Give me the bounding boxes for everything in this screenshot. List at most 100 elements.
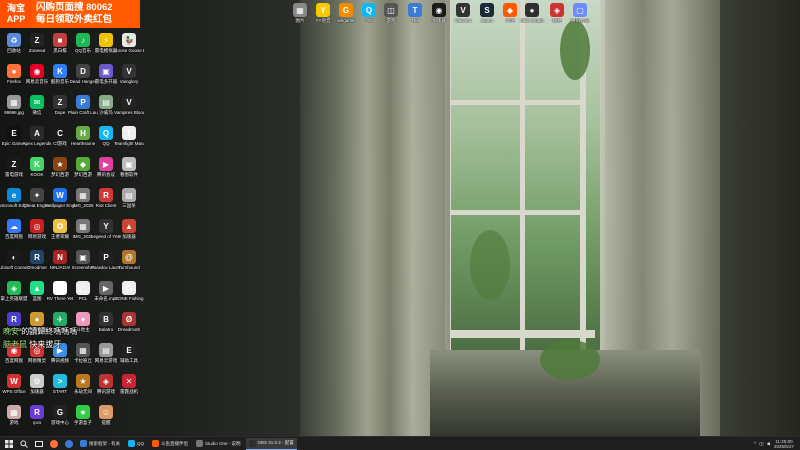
wallpaper-wall-right — [720, 0, 800, 436]
taskbar-app-list: 搜索框架 - 有关 QQ 斗鱼直播伴侣 Studio One - 说明 OBS 31.0… — [75, 437, 297, 450]
wallpaper-vine — [560, 20, 590, 80]
taskbar-app-label: OBS 31.0.2 - 配置 — [257, 440, 294, 445]
desktop-icon[interactable]: ▤ 三国杀 — [117, 188, 141, 208]
desktop-icon[interactable]: Ø Dreadmoth — [117, 312, 141, 332]
desktop-icon[interactable]: ☺ 提醒 — [94, 405, 118, 425]
taskbar-pinned-app[interactable] — [63, 438, 75, 450]
desktop-icon-label: Teamfight Manager — [114, 141, 144, 146]
app-icon: > — [53, 374, 67, 388]
app-icon: ◈ — [550, 3, 564, 17]
desktop-icon-label: 看图软件 — [120, 172, 138, 177]
taskbar-clock[interactable]: 11:25:00 2025/5/27 — [774, 439, 794, 449]
app-icon: ◆ — [503, 3, 517, 17]
taskbar-app-button[interactable]: Studio One - 说明 — [193, 438, 244, 450]
start-button[interactable] — [3, 438, 15, 450]
app-icon: ▣ — [99, 64, 113, 78]
desktop-icon[interactable]: ● OBS Studio — [520, 3, 544, 23]
app-icon: G — [339, 3, 353, 17]
app-icon: R — [53, 281, 67, 295]
app-icon: W — [7, 374, 21, 388]
taskbar-app-icon — [196, 440, 204, 447]
app-icon: ★ — [76, 374, 90, 388]
desktop-icon-label: GONE Fishing — [114, 296, 144, 301]
app-icon: 🦆 — [122, 33, 136, 47]
app-icon: ▤ — [99, 95, 113, 109]
taskbar-app-label: QQ — [137, 441, 145, 446]
app-icon: ▦ — [76, 219, 90, 233]
app-icon: P — [99, 250, 113, 264]
taskbar-pinned-firefox[interactable] — [48, 438, 60, 450]
app-icon: G — [53, 405, 67, 419]
app-icon: V — [122, 95, 136, 109]
app-icon: ◐ — [7, 250, 21, 264]
volume-icon[interactable]: ◀ — [767, 441, 770, 447]
app-icon: G — [122, 281, 136, 295]
network-icon[interactable]: ◫ — [759, 441, 763, 447]
desktop-icon[interactable]: ▢ 腾讯会议 — [568, 3, 592, 23]
windows-logo-icon — [5, 439, 13, 448]
app-icon: ☁ — [7, 219, 21, 233]
app-icon: R — [30, 405, 44, 419]
desktop-icon[interactable]: ▣ 看图软件 — [117, 157, 141, 177]
wallpaper-vine — [470, 230, 510, 300]
app-icon: T — [122, 126, 136, 140]
desktop-icon-label: 腾讯会议 — [571, 18, 589, 23]
taskbar-app-icon — [128, 440, 135, 447]
app-icon: ▦ — [76, 188, 90, 202]
app-icon: Q — [362, 3, 376, 17]
taskbar-search-button[interactable] — [18, 438, 30, 450]
app-icon: A — [30, 126, 44, 140]
desktop-icon[interactable]: 🦆Goose Goose Duck — [114, 33, 144, 53]
app-icon: ✕ — [122, 374, 136, 388]
app-icon: K — [30, 157, 44, 171]
taskbar-app-button[interactable]: OBS 31.0.2 - 配置 — [245, 437, 297, 450]
app-icon: ● — [7, 64, 21, 78]
app-icon: @ — [122, 250, 136, 264]
app-icon: ▣ — [76, 250, 90, 264]
desktop-icon[interactable]: @ Turnbound — [117, 250, 141, 270]
app-icon: D — [76, 64, 90, 78]
app-icon: ● — [30, 312, 44, 326]
taskbar-app-label: Studio One - 说明 — [205, 440, 241, 446]
taskbar-app-button[interactable]: QQ — [125, 438, 147, 450]
app-icon: ✪ — [53, 219, 67, 233]
clock-date: 2025/5/27 — [773, 443, 794, 449]
app-icon: ◈ — [7, 281, 21, 295]
browser-icon — [65, 439, 73, 448]
app-icon: N — [53, 250, 67, 264]
task-view-button[interactable] — [33, 438, 45, 450]
taskbar-app-icon — [80, 440, 87, 447]
app-icon: ● — [525, 3, 539, 17]
desktop-icon-label: 加速器 — [122, 234, 136, 239]
taobao-app-badge: 淘宝 APP — [0, 0, 32, 28]
app-icon: ◎ — [30, 219, 44, 233]
desktop-icon[interactable]: VVampires Bloodlines — [114, 95, 144, 115]
promo-text-line1: 闪购页面搜 80062 — [36, 2, 113, 13]
comment-text: 快来拔牙 — [29, 340, 62, 349]
app-icon: ⚙ — [30, 374, 44, 388]
taobao-promo-banner[interactable]: 淘宝 APP 闪购页面搜 80062 每日领取外卖红包 — [0, 0, 140, 28]
system-tray: ^ ◫ ◀ 11:25:00 2025/5/27 — [754, 439, 800, 449]
taskbar-app-button[interactable]: 搜索框架 - 有关 — [77, 438, 123, 450]
app-icon: ♪ — [76, 33, 90, 47]
window-frame — [445, 100, 585, 105]
app-icon: ♻ — [7, 33, 21, 47]
desktop-icon-label: Vainglory — [119, 79, 139, 84]
desktop-icon[interactable]: E 辅助工具 — [117, 343, 141, 363]
desktop-icon[interactable]: V Vainglory — [117, 64, 141, 84]
tray-expand-icon[interactable]: ^ — [754, 441, 756, 446]
app-icon: V — [456, 3, 470, 17]
app-icon: C — [53, 126, 67, 140]
overlay-comment: 脑老鼠 快来拔牙 — [3, 339, 61, 350]
app-icon: ✈ — [53, 312, 67, 326]
desktop-icon[interactable]: ▲ 加速器 — [117, 219, 141, 239]
desktop-icon[interactable]: ✕ 雷霆战机 — [117, 374, 141, 394]
app-icon: ■ — [53, 33, 67, 47]
wallpaper-curtain-left — [300, 0, 450, 436]
desktop-icon[interactable]: G GONE Fishing — [114, 281, 144, 301]
desktop-icon[interactable]: TTeamfight Manager — [114, 126, 144, 146]
taskbar-app-icon — [152, 440, 160, 447]
taskbar-app-button[interactable]: 斗鱼直播伴侣 — [149, 438, 191, 450]
app-icon: ◆ — [76, 157, 90, 171]
app-icon: ▲ — [122, 219, 136, 233]
